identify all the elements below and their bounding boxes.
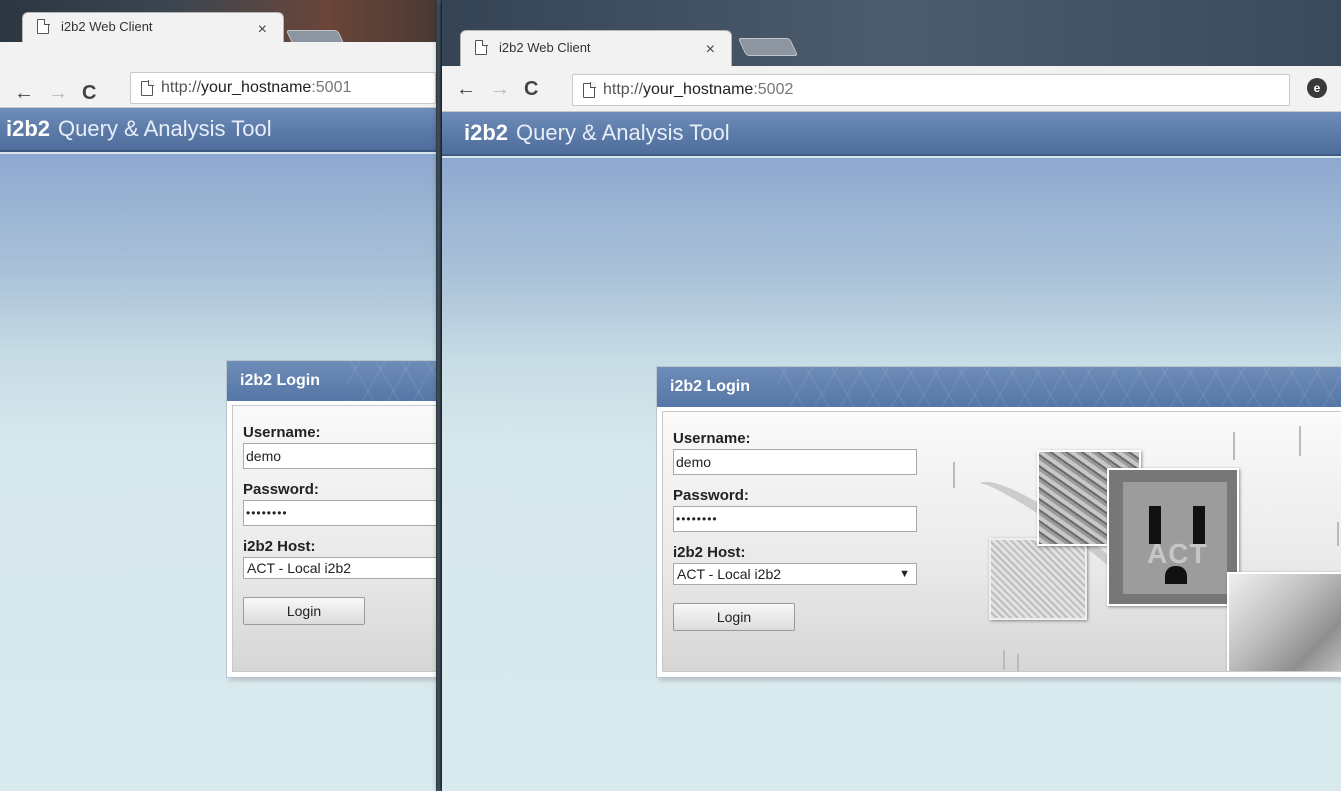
reload-icon[interactable]: C bbox=[82, 82, 96, 105]
page-content: i2b2 Login Username: demo Password: ••••… bbox=[442, 158, 1341, 791]
page-content: i2b2 Login Username: demo Password: ••••… bbox=[0, 154, 436, 791]
password-input[interactable]: •••••••• bbox=[673, 506, 917, 532]
host-select[interactable]: ACT - Local i2b2 bbox=[243, 557, 436, 579]
decor-line bbox=[1003, 650, 1005, 670]
browser-tab[interactable]: i2b2 Web Client × bbox=[22, 12, 284, 42]
patient-photo bbox=[1227, 572, 1341, 671]
tab-strip: i2b2 Web Client × bbox=[442, 0, 1341, 66]
forward-arrow-icon[interactable]: → bbox=[48, 82, 68, 105]
browser-tab[interactable]: i2b2 Web Client × bbox=[460, 30, 732, 66]
host-select[interactable]: ACT - Local i2b2 ▼ bbox=[673, 563, 917, 585]
app-title: Query & Analysis Tool bbox=[58, 116, 272, 141]
url-scheme: http:// bbox=[603, 81, 644, 98]
url-port: :5002 bbox=[753, 81, 794, 98]
decor-line bbox=[1017, 654, 1019, 671]
login-panel: i2b2 Login Username: demo Password: ••••… bbox=[656, 366, 1341, 678]
tab-title: i2b2 Web Client bbox=[61, 19, 153, 34]
forward-arrow-icon[interactable]: → bbox=[490, 78, 510, 101]
decor-line bbox=[1337, 522, 1339, 546]
browser-window-left: i2b2 Web Client × ← → C http://your_host… bbox=[0, 0, 436, 791]
app-logo: i2b2 bbox=[6, 116, 51, 141]
login-title: i2b2 Login bbox=[227, 361, 436, 401]
login-body: Username: demo Password: •••••••• i2b2 H… bbox=[232, 405, 436, 672]
username-label: Username: bbox=[243, 424, 321, 441]
host-label: i2b2 Host: bbox=[243, 538, 316, 555]
host-select-value: ACT - Local i2b2 bbox=[247, 560, 352, 576]
username-input[interactable]: demo bbox=[243, 443, 436, 469]
username-input[interactable]: demo bbox=[673, 449, 917, 475]
decor-line bbox=[953, 462, 955, 488]
password-input[interactable]: •••••••• bbox=[243, 500, 436, 526]
decor-line bbox=[1233, 432, 1235, 460]
reload-icon[interactable]: C bbox=[524, 78, 538, 101]
app-header: i2b2 Query & Analysis Tool bbox=[442, 112, 1341, 156]
url-port: :5001 bbox=[311, 79, 352, 96]
app-title: Query & Analysis Tool bbox=[516, 120, 730, 145]
browser-window-right: i2b2 Web Client × ← → C http://your_host… bbox=[442, 0, 1341, 791]
page-icon bbox=[37, 18, 50, 34]
act-plug-image: ACT bbox=[1107, 468, 1239, 606]
host-label: i2b2 Host: bbox=[673, 544, 746, 561]
login-panel: i2b2 Login Username: demo Password: ••••… bbox=[226, 360, 436, 678]
close-icon[interactable]: × bbox=[258, 21, 267, 39]
login-artwork: ACT bbox=[933, 412, 1341, 671]
browser-toolbar: ← → C http://your_hostname:5002 e bbox=[442, 66, 1341, 112]
login-button[interactable]: Login bbox=[673, 603, 795, 631]
url-scheme: http:// bbox=[161, 79, 202, 96]
host-select-value: ACT - Local i2b2 bbox=[677, 566, 782, 582]
dropdown-caret-icon: ▼ bbox=[899, 568, 910, 580]
page-icon bbox=[475, 39, 488, 55]
page-icon bbox=[141, 80, 154, 96]
url-host: your_hostname bbox=[201, 79, 312, 96]
page-icon bbox=[583, 82, 596, 98]
browser-toolbar: ← → C http://your_hostname:5001 bbox=[0, 42, 436, 108]
decor-line bbox=[1299, 426, 1301, 456]
password-label: Password: bbox=[243, 481, 319, 498]
login-button[interactable]: Login bbox=[243, 597, 365, 625]
close-icon[interactable]: × bbox=[706, 41, 715, 59]
address-bar[interactable]: http://your_hostname:5001 bbox=[130, 72, 436, 104]
app-header: i2b2 Query & Analysis Tool bbox=[0, 108, 436, 152]
login-title: i2b2 Login bbox=[657, 367, 1341, 407]
password-label: Password: bbox=[673, 487, 749, 504]
mesh-image bbox=[989, 538, 1087, 620]
tab-title: i2b2 Web Client bbox=[499, 40, 591, 55]
back-arrow-icon[interactable]: ← bbox=[456, 78, 476, 101]
app-logo: i2b2 bbox=[464, 120, 509, 145]
login-body: Username: demo Password: •••••••• i2b2 H… bbox=[662, 411, 1341, 672]
url-host: your_hostname bbox=[643, 81, 754, 98]
address-bar[interactable]: http://your_hostname:5002 bbox=[572, 74, 1290, 106]
back-arrow-icon[interactable]: ← bbox=[14, 82, 34, 105]
new-tab-button[interactable] bbox=[737, 38, 799, 56]
extension-icon[interactable]: e bbox=[1307, 78, 1327, 98]
username-label: Username: bbox=[673, 430, 751, 447]
